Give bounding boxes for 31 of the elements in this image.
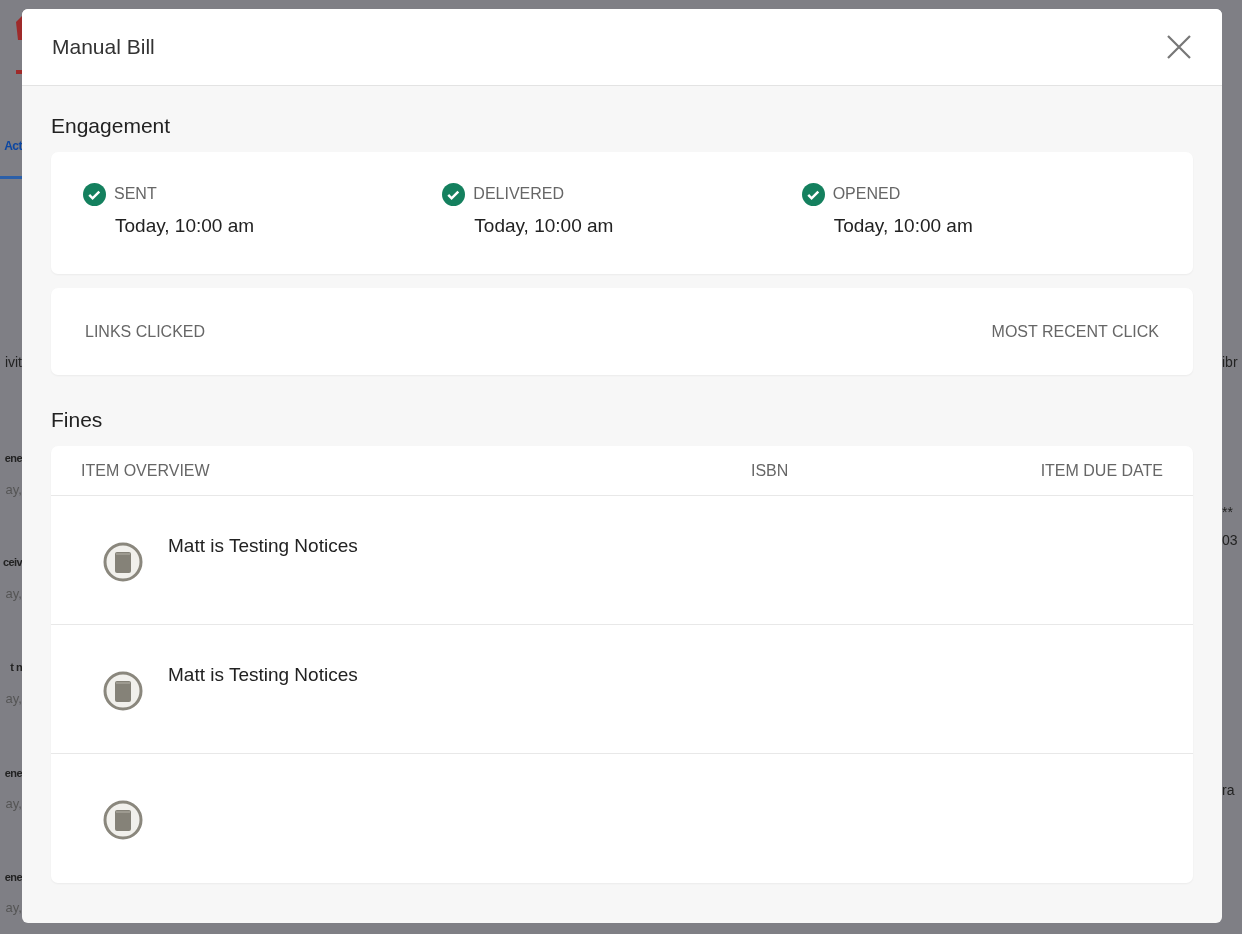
book-icon xyxy=(103,542,143,582)
status-label: SENT xyxy=(114,184,157,204)
background-text: ra xyxy=(1222,781,1235,800)
item-title: Matt is Testing Notices xyxy=(168,534,358,556)
item-title: Matt is Testing Notices xyxy=(168,663,358,685)
background-text: ** xyxy=(1222,503,1233,522)
background-text: Act xyxy=(4,138,22,155)
status-time: Today, 10:00 am xyxy=(474,214,615,238)
background-text: 03 xyxy=(1222,531,1238,550)
background-text: ene xyxy=(4,766,22,781)
background-text: ene xyxy=(4,870,22,885)
background-text: ceiv xyxy=(3,555,22,570)
book-icon xyxy=(103,671,143,711)
background-text: ibr xyxy=(1222,353,1238,372)
status-time: Today, 10:00 am xyxy=(833,214,974,238)
column-header: ITEM OVERVIEW xyxy=(81,460,211,481)
column-header: ISBN xyxy=(751,460,790,481)
status-label: OPENED xyxy=(832,184,901,204)
book-icon xyxy=(103,800,143,840)
column-label: MOST RECENT CLICK xyxy=(991,321,1159,342)
column-header: ITEM DUE DATE xyxy=(1040,460,1163,481)
background-text: t n xyxy=(10,660,22,675)
status-time: Today, 10:00 am xyxy=(115,214,256,238)
close-button[interactable] xyxy=(1166,34,1192,60)
column-label: LINKS CLICKED xyxy=(85,321,206,342)
section-heading: Fines xyxy=(51,408,104,432)
status-label: DELIVERED xyxy=(473,184,565,204)
section-heading: Engagement xyxy=(51,114,172,138)
modal-title: Manual Bill xyxy=(52,34,155,61)
background-text: ene xyxy=(4,451,22,466)
background-text: ivit xyxy=(4,353,22,372)
